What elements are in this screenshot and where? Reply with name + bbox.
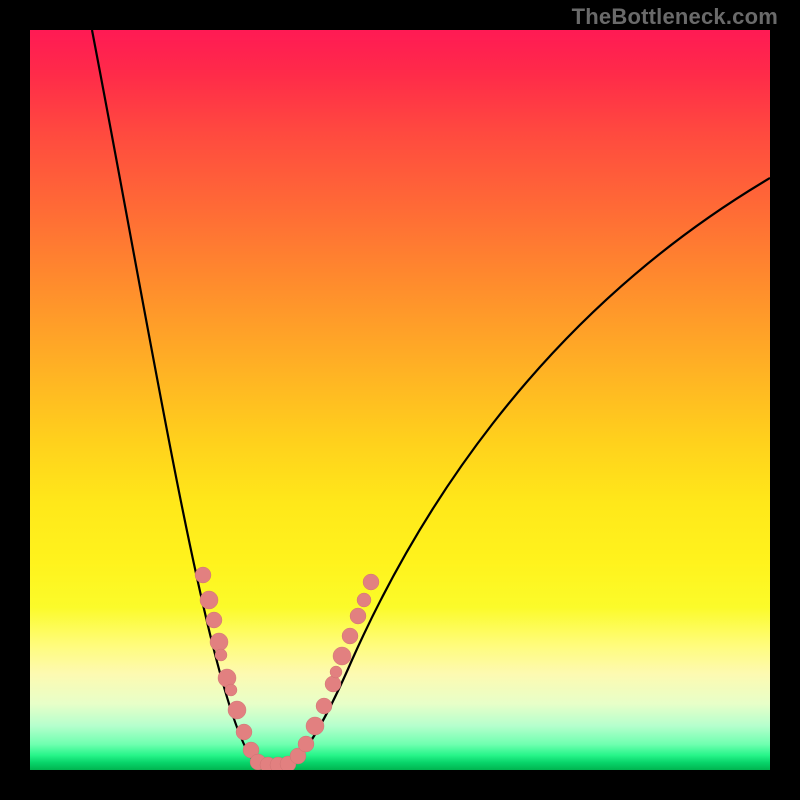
data-point xyxy=(306,717,324,735)
data-point xyxy=(236,724,252,740)
data-point xyxy=(350,608,366,624)
scatter-group xyxy=(195,567,379,770)
data-point xyxy=(210,633,228,651)
data-point xyxy=(298,736,314,752)
data-point xyxy=(342,628,358,644)
data-point xyxy=(200,591,218,609)
chart-frame: TheBottleneck.com xyxy=(0,0,800,800)
plot-area xyxy=(30,30,770,770)
data-point xyxy=(215,649,227,661)
chart-svg xyxy=(30,30,770,770)
data-point xyxy=(316,698,332,714)
data-point xyxy=(330,666,342,678)
data-point xyxy=(325,676,341,692)
data-point xyxy=(206,612,222,628)
data-point xyxy=(228,701,246,719)
data-point xyxy=(357,593,371,607)
data-point xyxy=(333,647,351,665)
data-point xyxy=(225,684,237,696)
data-point xyxy=(363,574,379,590)
bottleneck-curve xyxy=(92,30,770,765)
watermark-text: TheBottleneck.com xyxy=(572,4,778,30)
data-point xyxy=(195,567,211,583)
